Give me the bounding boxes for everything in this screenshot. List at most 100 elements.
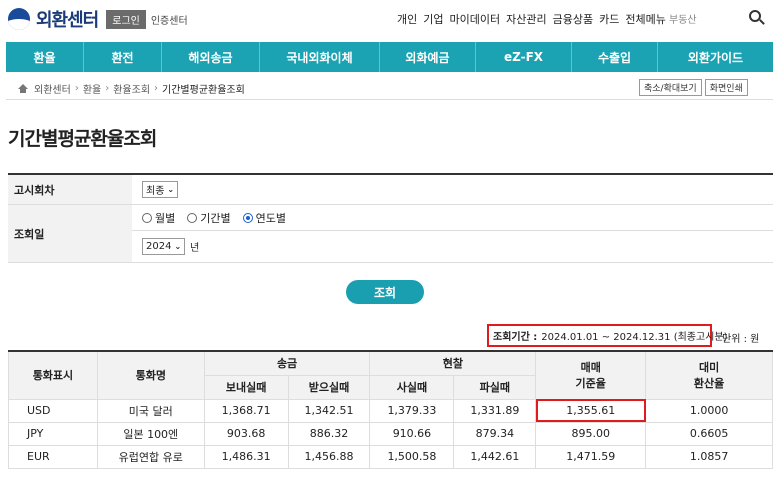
year-suffix: 년	[190, 243, 200, 254]
logo-icon	[8, 8, 30, 30]
home-icon[interactable]	[18, 84, 28, 93]
year-select[interactable]: 2024 ⌄	[142, 238, 186, 255]
breadcrumb-separator: ›	[154, 83, 159, 94]
breadcrumb-item[interactable]: 환율조회	[113, 81, 150, 96]
header-usd-conversion: 대미 환산율	[645, 350, 773, 400]
header-buy: 사실때	[369, 374, 455, 400]
nav-trade[interactable]: 수출입	[572, 42, 658, 72]
utility-buttons: 축소/확대보기 화면인쇄	[639, 79, 748, 96]
period-type-radios: 월별 기간별 연도별	[142, 210, 286, 226]
header-sell: 파실때	[453, 374, 537, 400]
cell-send: 1,486.31	[203, 444, 289, 469]
radio-yearly[interactable]: 연도별	[242, 210, 286, 226]
cell-sell: 1,331.89	[453, 398, 537, 423]
breadcrumb-divider	[6, 99, 773, 100]
top-link-corporate[interactable]: 기업	[423, 11, 443, 27]
period-type-row: 월별 기간별 연도별	[132, 205, 773, 231]
radio-monthly[interactable]: 월별	[142, 210, 175, 226]
page-title: 기간별평균환율조회	[8, 128, 157, 150]
notice-select[interactable]: 최종 ⌄	[142, 181, 179, 198]
top-link-asset[interactable]: 자산관리	[506, 11, 546, 27]
top-link-personal[interactable]: 개인	[397, 11, 417, 27]
header-cash: 현찰	[369, 350, 537, 376]
print-button[interactable]: 화면인쇄	[704, 79, 748, 96]
year-row: 2024 ⌄ 년	[132, 231, 199, 262]
header-name: 통화명	[96, 350, 205, 400]
chevron-down-icon: ⌄	[167, 185, 175, 194]
notice-select-value: 최종	[146, 186, 165, 197]
breadcrumb-item[interactable]: 환율	[83, 81, 101, 96]
cell-code: JPY	[8, 421, 98, 446]
period-value: 2024.01.01 ~ 2024.12.31 (최종고시분)	[541, 332, 728, 343]
table-header-row: 통화표시 통화명 송금 현찰 매매 기준율 대미 환산율	[8, 350, 773, 400]
rate-table: 통화표시 통화명 송금 현찰 매매 기준율 대미 환산율 보내실때 받으실때 사…	[8, 350, 773, 469]
cell-receive: 886.32	[287, 421, 371, 446]
year-select-value: 2024	[146, 241, 172, 252]
table-row: JPY 일본 100엔 903.68 886.32 910.66 879.34 …	[8, 421, 773, 446]
cell-code: EUR	[8, 444, 98, 469]
radio-period[interactable]: 기간별	[187, 210, 231, 226]
cell-buy: 1,379.33	[369, 398, 455, 423]
radio-icon[interactable]	[187, 212, 198, 223]
breadcrumb-item[interactable]: 외환센터	[34, 81, 71, 96]
nav-exchange-rate[interactable]: 환율	[6, 42, 84, 72]
nav-foreign-deposit[interactable]: 외화예금	[380, 42, 476, 72]
cell-receive: 1,342.51	[287, 398, 371, 423]
cell-base-rate: 895.00	[535, 421, 647, 446]
period-label: 조회기간 :	[493, 332, 538, 343]
cell-base-rate-highlighted: 1,355.61	[535, 398, 647, 423]
nav-guide[interactable]: 외환가이드	[658, 42, 773, 72]
table-row: EUR 유럽연합 유로 1,486.31 1,456.88 1,500.58 1…	[8, 444, 773, 469]
top-links: 개인 기업 마이데이터 자산관리 금융상품 카드 전체메뉴	[397, 11, 666, 27]
breadcrumb-separator: ›	[74, 83, 79, 94]
radio-label: 연도별	[255, 211, 286, 225]
cell-send: 903.68	[203, 421, 289, 446]
table-row: USD 미국 달러 1,368.71 1,342.51 1,379.33 1,3…	[8, 398, 773, 423]
nav-ezfx[interactable]: eZ-FX	[476, 42, 572, 72]
cell-name: 유럽연합 유로	[96, 444, 205, 469]
main-nav: 환율 환전 해외송금 국내외화이체 외화예금 eZ-FX 수출입 외환가이드	[6, 42, 773, 72]
search-icon[interactable]	[749, 10, 761, 22]
cert-center-link[interactable]: 인증센터	[151, 12, 188, 27]
breadcrumb: 외환센터 › 환율 › 환율조회 › 기간별평균환율조회	[18, 81, 245, 96]
top-link-card[interactable]: 카드	[599, 11, 619, 27]
radio-icon[interactable]	[142, 212, 152, 223]
top-link-allmenu[interactable]: 전체메뉴	[625, 11, 665, 27]
radio-checked-icon[interactable]	[242, 212, 253, 223]
nav-exchange[interactable]: 환전	[84, 42, 162, 72]
header-receive: 받으실때	[287, 374, 371, 400]
chevron-down-icon: ⌄	[174, 242, 182, 251]
notice-row: 고시회차 최종 ⌄	[8, 175, 773, 205]
header-code: 통화표시	[8, 350, 98, 400]
cell-sell: 879.34	[453, 421, 537, 446]
search-form: 고시회차 최종 ⌄ 조회일 월별 기간별 연도별 2024 ⌄ 년	[8, 173, 773, 263]
notice-field: 최종 ⌄	[132, 175, 773, 204]
radio-label: 기간별	[200, 211, 231, 225]
cell-name: 일본 100엔	[96, 421, 205, 446]
search-box[interactable]: 부동산	[669, 8, 765, 28]
cell-buy: 910.66	[369, 421, 455, 446]
notice-label: 고시회차	[8, 175, 132, 204]
logo[interactable]: 외환센터 로그인 인증센터	[8, 6, 188, 32]
zoom-button[interactable]: 축소/확대보기	[639, 79, 702, 96]
top-link-products[interactable]: 금융상품	[553, 11, 593, 27]
cell-name: 미국 달러	[96, 398, 205, 423]
cell-buy: 1,500.58	[369, 444, 455, 469]
cell-receive: 1,456.88	[287, 444, 371, 469]
cell-sell: 1,442.61	[453, 444, 537, 469]
top-link-mydata[interactable]: 마이데이터	[450, 11, 501, 27]
top-bar: 외환센터 로그인 인증센터 개인 기업 마이데이터 자산관리 금융상품 카드 전…	[0, 0, 773, 40]
login-button[interactable]: 로그인	[106, 9, 146, 29]
radio-label: 월별	[155, 211, 176, 225]
date-label: 조회일	[8, 205, 132, 262]
header-transfer: 송금	[203, 350, 371, 376]
search-input[interactable]: 부동산	[669, 11, 697, 26]
cell-code: USD	[8, 398, 98, 423]
nav-overseas-remittance[interactable]: 해외송금	[162, 42, 260, 72]
header-base-rate: 매매 기준율	[535, 350, 647, 400]
period-info: 조회기간 : 2024.01.01 ~ 2024.12.31 (최종고시분)	[487, 324, 728, 347]
breadcrumb-current: 기간별평균환율조회	[162, 85, 245, 96]
nav-domestic-transfer[interactable]: 국내외화이체	[260, 42, 380, 72]
breadcrumb-separator: ›	[105, 83, 110, 94]
submit-button[interactable]: 조회	[346, 280, 424, 304]
